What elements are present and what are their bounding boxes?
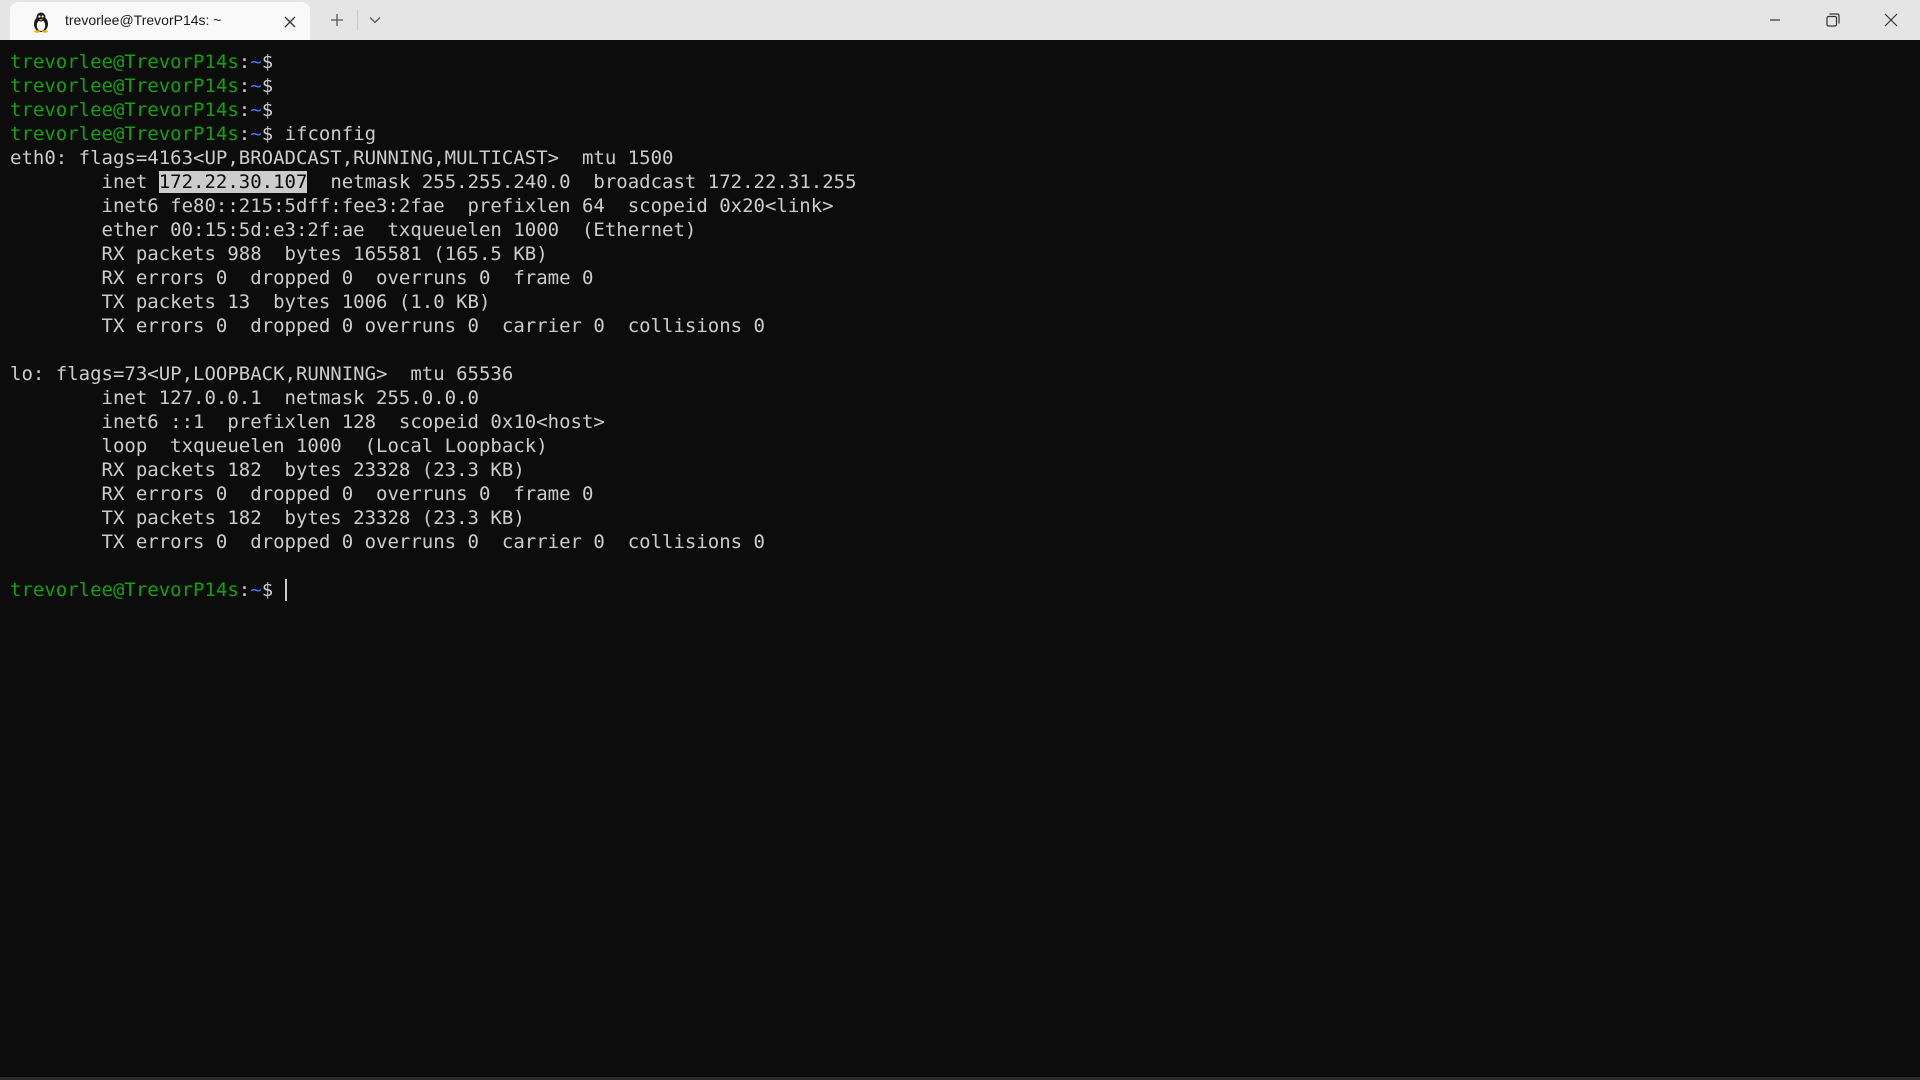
text-cursor bbox=[284, 579, 287, 601]
restore-icon[interactable] bbox=[1804, 0, 1862, 40]
eth0-rx-packets-line: RX packets 988 bytes 165581 (165.5 KB) bbox=[10, 243, 548, 265]
lo-loop-line: loop txqueuelen 1000 (Local Loopback) bbox=[10, 435, 548, 457]
new-tab-plus-icon[interactable] bbox=[324, 8, 350, 32]
eth0-header: eth0: flags=4163<UP,BROADCAST,RUNNING,MU… bbox=[10, 147, 674, 169]
prompt-separator: : bbox=[238, 579, 251, 601]
selected-ip-address[interactable]: 172.22.30.107 bbox=[158, 171, 308, 193]
prompt-path: ~ bbox=[250, 579, 262, 601]
prompt-separator: : bbox=[238, 75, 251, 97]
prompt-line: trevorlee@TrevorP14s:~$ bbox=[10, 74, 1920, 98]
chevron-down-icon[interactable] bbox=[362, 8, 388, 32]
prompt-path: ~ bbox=[250, 75, 262, 97]
close-window-icon[interactable] bbox=[1862, 0, 1920, 40]
prompt-symbol: $ bbox=[261, 75, 274, 97]
eth0-inet-line: inet 172.22.30.107 netmask 255.255.240.0… bbox=[10, 170, 1920, 194]
minimize-icon[interactable] bbox=[1746, 0, 1804, 40]
prompt-line: trevorlee@TrevorP14s:~$ bbox=[10, 50, 1920, 74]
prompt-line: trevorlee@TrevorP14s:~$ bbox=[10, 98, 1920, 122]
prompt-path: ~ bbox=[250, 51, 262, 73]
prompt-user-host: trevorlee@TrevorP14s bbox=[10, 123, 239, 145]
eth0-ether-line: ether 00:15:5d:e3:2f:ae txqueuelen 1000 … bbox=[10, 219, 697, 241]
eth0-tx-errors-line: TX errors 0 dropped 0 overruns 0 carrier… bbox=[10, 315, 765, 337]
command-line: trevorlee@TrevorP14s:~$ ifconfig bbox=[10, 122, 1920, 146]
command-text: ifconfig bbox=[273, 123, 377, 145]
lo-rx-errors-line: RX errors 0 dropped 0 overruns 0 frame 0 bbox=[10, 483, 594, 505]
eth0-tx-packets-line: TX packets 13 bytes 1006 (1.0 KB) bbox=[10, 291, 491, 313]
prompt-symbol: $ bbox=[261, 123, 274, 145]
prompt-symbol: $ bbox=[261, 579, 274, 601]
prompt-user-host: trevorlee@TrevorP14s bbox=[10, 579, 239, 601]
terminal-output[interactable]: trevorlee@TrevorP14s:~$ trevorlee@Trevor… bbox=[0, 40, 1920, 1080]
lo-inet6-line: inet6 ::1 prefixlen 128 scopeid 0x10<hos… bbox=[10, 411, 605, 433]
prompt-symbol: $ bbox=[261, 99, 274, 121]
tab-bar: trevorlee@TrevorP14s: ~ bbox=[0, 0, 1920, 40]
prompt-separator: : bbox=[238, 123, 251, 145]
tab-title: trevorlee@TrevorP14s: ~ bbox=[65, 12, 222, 28]
prompt-path: ~ bbox=[250, 99, 262, 121]
eth0-inet6-line: inet6 fe80::215:5dff:fee3:2fae prefixlen… bbox=[10, 195, 834, 217]
eth0-inet-prefix: inet bbox=[10, 171, 159, 193]
lo-tx-errors-line: TX errors 0 dropped 0 overruns 0 carrier… bbox=[10, 531, 765, 553]
linux-tux-icon bbox=[30, 11, 52, 33]
prompt-path: ~ bbox=[250, 123, 262, 145]
prompt-symbol: $ bbox=[261, 51, 274, 73]
eth0-inet-suffix: netmask 255.255.240.0 broadcast 172.22.3… bbox=[307, 171, 857, 193]
tab-terminal[interactable]: trevorlee@TrevorP14s: ~ bbox=[10, 2, 310, 40]
lo-inet-line: inet 127.0.0.1 netmask 255.0.0.0 bbox=[10, 387, 480, 409]
prompt-user-host: trevorlee@TrevorP14s bbox=[10, 51, 239, 73]
eth0-rx-errors-line: RX errors 0 dropped 0 overruns 0 frame 0 bbox=[10, 267, 594, 289]
lo-tx-packets-line: TX packets 182 bytes 23328 (23.3 KB) bbox=[10, 507, 525, 529]
lo-header: lo: flags=73<UP,LOOPBACK,RUNNING> mtu 65… bbox=[10, 363, 514, 385]
active-prompt-line[interactable]: trevorlee@TrevorP14s:~$ bbox=[10, 578, 1920, 602]
lo-rx-packets-line: RX packets 182 bytes 23328 (23.3 KB) bbox=[10, 459, 525, 481]
close-tab-icon[interactable] bbox=[280, 12, 300, 32]
prompt-separator: : bbox=[238, 99, 251, 121]
tab-divider bbox=[357, 10, 358, 30]
prompt-separator: : bbox=[238, 51, 251, 73]
prompt-user-host: trevorlee@TrevorP14s bbox=[10, 99, 239, 121]
terminal-window: trevorlee@TrevorP14s: ~ trevorlee@Trevor… bbox=[0, 0, 1920, 1080]
prompt-user-host: trevorlee@TrevorP14s bbox=[10, 75, 239, 97]
